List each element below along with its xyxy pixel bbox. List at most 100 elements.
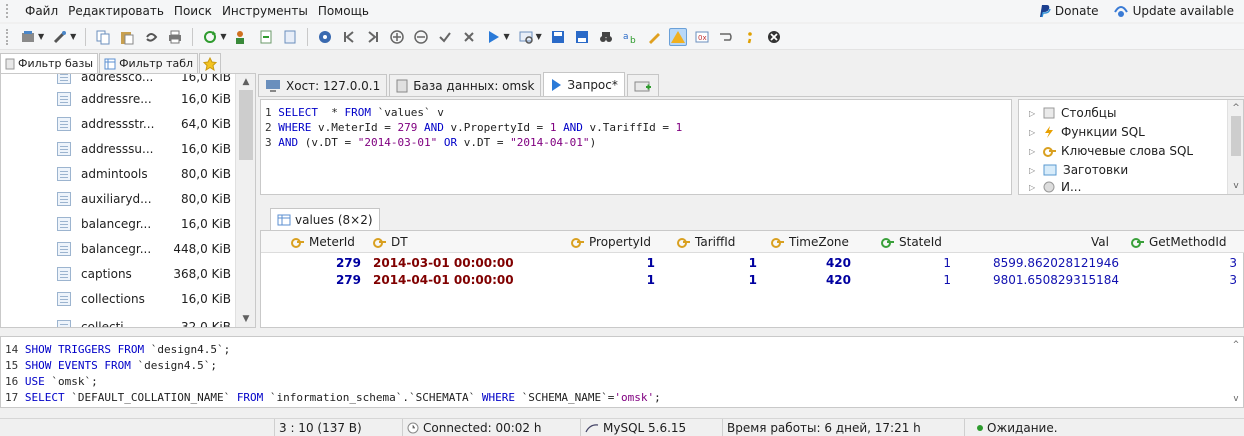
- scroll-down-icon[interactable]: v: [1228, 178, 1244, 194]
- edit-icon[interactable]: [645, 28, 663, 46]
- column-header[interactable]: StateId: [881, 231, 942, 253]
- cell-stateid[interactable]: 1: [881, 272, 951, 289]
- scroll-up-icon[interactable]: ^: [1228, 100, 1244, 116]
- wrap-icon[interactable]: [717, 28, 735, 46]
- cell-meterid[interactable]: 279: [301, 272, 361, 289]
- cell-propertyid[interactable]: 1: [571, 255, 655, 272]
- column-header[interactable]: TimeZone: [771, 231, 849, 253]
- replace-icon[interactable]: ab: [621, 28, 639, 46]
- tab-database[interactable]: База данных: omsk: [389, 74, 542, 96]
- dropdown-arrow-icon[interactable]: ▼: [220, 32, 226, 41]
- export-icon[interactable]: [281, 28, 299, 46]
- cell-getmethodid[interactable]: 3: [1131, 272, 1237, 289]
- tree-item[interactable]: captions 368,0 KiB: [1, 263, 233, 285]
- tree-item[interactable]: collecti... 32,0 KiB: [1, 316, 233, 327]
- tree-item[interactable]: addressre... 16,0 KiB: [1, 88, 233, 110]
- cell-dt[interactable]: 2014-03-01 00:00:00: [373, 255, 514, 272]
- semicolon-icon[interactable]: [741, 28, 759, 46]
- cell-propertyid[interactable]: 1: [571, 272, 655, 289]
- cell-timezone[interactable]: 420: [771, 255, 851, 272]
- filter-icon[interactable]: 0x: [693, 28, 711, 46]
- scroll-up-icon[interactable]: ^: [1229, 337, 1243, 353]
- scroll-down-icon[interactable]: ▼: [236, 311, 255, 327]
- expand-icon[interactable]: ▷: [1029, 109, 1037, 118]
- tree-item[interactable]: admintools 80,0 KiB: [1, 163, 233, 185]
- tree-item[interactable]: addressstr... 64,0 KiB: [1, 113, 233, 135]
- result-tab[interactable]: values (8×2): [270, 208, 380, 230]
- expand-icon[interactable]: ▷: [1029, 183, 1037, 192]
- refresh-icon[interactable]: [201, 28, 219, 46]
- column-header[interactable]: TariffId: [677, 231, 735, 253]
- explain-icon[interactable]: [517, 28, 535, 46]
- column-header[interactable]: MeterId: [291, 231, 355, 253]
- dropdown-arrow-icon[interactable]: ▼: [503, 32, 509, 41]
- delete-record-icon[interactable]: [412, 28, 430, 46]
- menu-tools[interactable]: Инструменты: [217, 0, 313, 22]
- new-query-tab[interactable]: [626, 74, 659, 96]
- menu-file[interactable]: Файл: [20, 0, 63, 22]
- tree-item[interactable]: auxiliaryd... 80,0 KiB: [1, 188, 233, 210]
- tree-item[interactable]: balancegr... 448,0 KiB: [1, 238, 233, 260]
- scroll-down-icon[interactable]: v: [1229, 391, 1243, 407]
- helper-keywords[interactable]: ▷ Ключевые слова SQL: [1029, 142, 1193, 160]
- scroll-up-icon[interactable]: ▲: [236, 74, 255, 90]
- help-icon[interactable]: [316, 28, 334, 46]
- table-row[interactable]: 279 2014-03-01 00:00:00 1 1 420 1 8599.8…: [261, 255, 1244, 272]
- first-record-icon[interactable]: [340, 28, 358, 46]
- sql-log[interactable]: 14 SHOW TRIGGERS FROM `design4.5`; 15 SHO…: [0, 336, 1244, 408]
- cell-tariffid[interactable]: 1: [677, 255, 757, 272]
- helper-functions[interactable]: ▷ Функции SQL: [1029, 123, 1145, 141]
- cancel-icon[interactable]: [460, 28, 478, 46]
- tree-item[interactable]: collections 16,0 KiB: [1, 288, 233, 310]
- run-query-icon[interactable]: [484, 28, 502, 46]
- menu-search[interactable]: Поиск: [169, 0, 217, 22]
- stop-icon[interactable]: [765, 28, 783, 46]
- connect-icon[interactable]: [51, 28, 69, 46]
- favorites-tab[interactable]: [199, 53, 222, 73]
- cell-getmethodid[interactable]: 3: [1131, 255, 1237, 272]
- column-header[interactable]: DT: [373, 231, 408, 253]
- post-icon[interactable]: [436, 28, 454, 46]
- table-row[interactable]: 279 2014-04-01 00:00:00 1 1 420 1 9801.6…: [261, 272, 1244, 289]
- helper-more[interactable]: ▷ И...: [1029, 180, 1081, 194]
- save-as-icon[interactable]: [573, 28, 591, 46]
- sql-editor[interactable]: 1 SELECT * FROM `values` v2 WHERE v.Mete…: [260, 99, 1012, 195]
- tab-database-filter[interactable]: Фильтр базы: [0, 53, 99, 73]
- tree-item[interactable]: balancegr... 16,0 KiB: [1, 213, 233, 235]
- menu-help[interactable]: Помощь: [313, 0, 374, 22]
- undo-icon[interactable]: [142, 28, 160, 46]
- tree-scrollbar[interactable]: ▲ ▼: [235, 74, 255, 327]
- paste-icon[interactable]: [118, 28, 136, 46]
- cell-stateid[interactable]: 1: [881, 255, 951, 272]
- cell-meterid[interactable]: 279: [301, 255, 361, 272]
- warning-icon[interactable]: [668, 27, 687, 46]
- cell-val[interactable]: 9801.650829315184: [961, 272, 1119, 289]
- cell-tariffid[interactable]: 1: [677, 272, 757, 289]
- cell-timezone[interactable]: 420: [771, 272, 851, 289]
- scroll-thumb[interactable]: [1231, 116, 1241, 156]
- find-icon[interactable]: [597, 28, 615, 46]
- column-header[interactable]: GetMethodId: [1131, 231, 1227, 253]
- import-icon[interactable]: [257, 28, 275, 46]
- users-icon[interactable]: [233, 28, 251, 46]
- column-header[interactable]: Val: [1091, 231, 1109, 253]
- dropdown-arrow-icon[interactable]: ▼: [70, 32, 76, 41]
- add-record-icon[interactable]: [388, 28, 406, 46]
- tab-query[interactable]: Запрос*: [543, 72, 625, 96]
- save-icon[interactable]: [549, 28, 567, 46]
- scroll-thumb[interactable]: [239, 90, 253, 160]
- print-icon[interactable]: [166, 28, 184, 46]
- tree-item[interactable]: addresssu... 16,0 KiB: [1, 138, 233, 160]
- last-record-icon[interactable]: [364, 28, 382, 46]
- log-scrollbar[interactable]: ^ v: [1229, 337, 1243, 407]
- cell-dt[interactable]: 2014-04-01 00:00:00: [373, 272, 514, 289]
- tab-table-filter[interactable]: Фильтр табл: [99, 53, 199, 73]
- tree-item[interactable]: addressco... 16,0 KiB: [1, 74, 233, 88]
- update-available-button[interactable]: Update available: [1113, 4, 1234, 18]
- helper-columns[interactable]: ▷ Столбцы: [1029, 104, 1116, 122]
- menu-edit[interactable]: Редактировать: [63, 0, 169, 22]
- session-manager-icon[interactable]: [19, 28, 37, 46]
- expand-icon[interactable]: ▷: [1029, 166, 1037, 175]
- tab-host[interactable]: Хост: 127.0.0.1: [258, 74, 388, 96]
- dropdown-arrow-icon[interactable]: ▼: [536, 32, 542, 41]
